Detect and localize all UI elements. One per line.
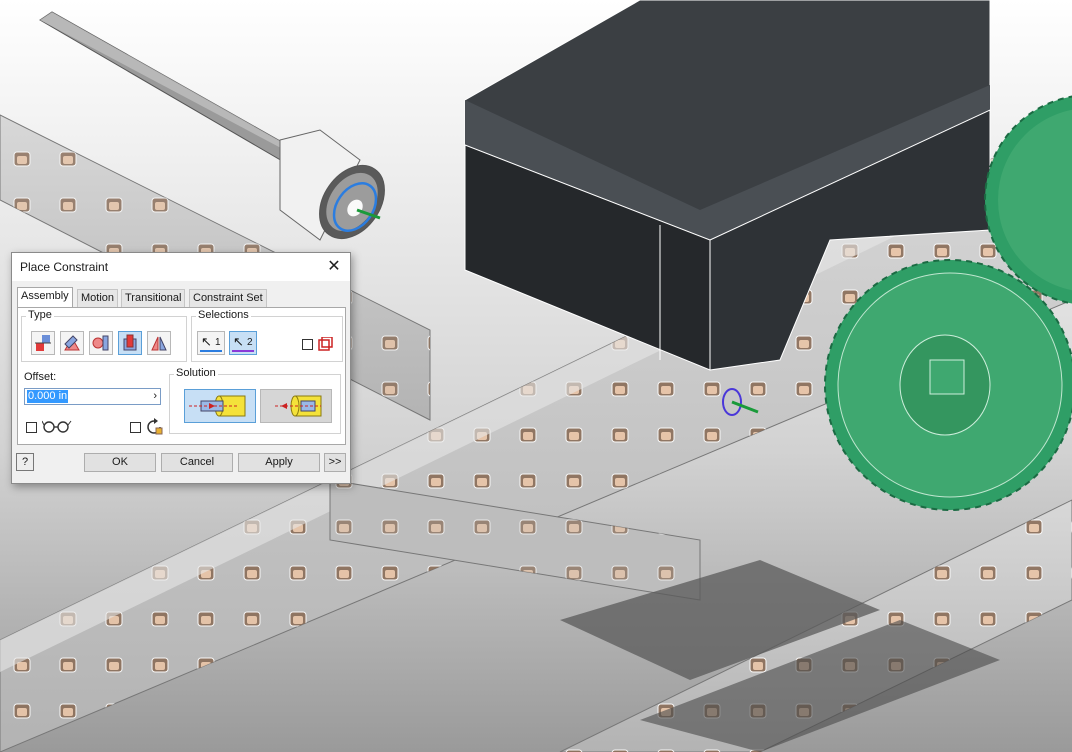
solution-group: Solution: [169, 367, 341, 434]
selection-2-button[interactable]: ↖ 2: [229, 331, 257, 355]
first-click-checkbox[interactable]: [302, 339, 313, 350]
selections-group-label: Selections: [196, 309, 251, 321]
type-group: Type: [21, 309, 187, 362]
insert-type-button[interactable]: [118, 331, 142, 355]
dialog-title: Place Constraint: [20, 260, 109, 274]
tab-constraint-set[interactable]: Constraint Set: [189, 289, 267, 307]
angle-type-button[interactable]: [60, 331, 84, 355]
help-icon: ?: [21, 456, 29, 468]
selection-1-label: 1: [215, 337, 221, 348]
apply-button[interactable]: Apply: [238, 453, 320, 472]
offset-label: Offset:: [24, 371, 57, 383]
solution-opposed-button[interactable]: [184, 389, 256, 423]
close-icon[interactable]: ✕: [324, 257, 344, 277]
symmetry-type-button[interactable]: [147, 331, 171, 355]
insert-icon: [123, 334, 137, 351]
spur-gear-large: [824, 259, 1072, 511]
angle-icon: [64, 335, 80, 351]
type-group-label: Type: [26, 309, 54, 321]
symmetry-icon: [151, 336, 167, 351]
predict-offset-checkbox[interactable]: [130, 422, 141, 433]
more-button[interactable]: >>: [324, 453, 346, 472]
selection-1-button[interactable]: ↖ 1: [197, 331, 225, 355]
place-constraint-dialog: Place Constraint ✕ Assembly Motion Trans…: [11, 252, 351, 484]
selection-2-label: 2: [247, 337, 253, 348]
tab-transitional[interactable]: Transitional: [121, 289, 186, 307]
tangent-type-button[interactable]: [89, 331, 113, 355]
ok-button[interactable]: OK: [84, 453, 156, 472]
show-preview-checkbox[interactable]: [26, 422, 37, 433]
assembly-tab-panel: Type Selections ↖ 1 ↖ 2 Offset: 0.000 in…: [17, 307, 346, 445]
cancel-button[interactable]: Cancel: [161, 453, 233, 472]
help-button[interactable]: ?: [16, 453, 34, 471]
selections-group: Selections ↖ 1 ↖ 2: [191, 309, 343, 362]
solution-group-label: Solution: [174, 367, 218, 379]
tangent-icon: [92, 335, 109, 351]
offset-field[interactable]: 0.000 in ›: [24, 388, 161, 405]
cursor-arrow-icon: ↖: [201, 334, 212, 349]
tab-assembly[interactable]: Assembly: [17, 287, 73, 308]
chevron-right-icon[interactable]: ›: [153, 389, 157, 404]
pick-part-first-icon: [318, 337, 333, 351]
mate-type-button[interactable]: [31, 331, 55, 355]
dialog-title-bar[interactable]: Place Constraint ✕: [12, 253, 350, 281]
glasses-icon: [42, 420, 72, 433]
cursor-arrow-icon: ↖: [233, 334, 244, 349]
insert-aligned-icon: [275, 395, 322, 417]
tab-motion[interactable]: Motion: [77, 289, 119, 307]
insert-opposed-icon: [189, 395, 246, 417]
solution-aligned-button[interactable]: [260, 389, 332, 423]
predict-offset-icon: [147, 418, 163, 435]
mate-icon: [35, 335, 51, 351]
offset-value: 0.000 in: [27, 390, 69, 403]
